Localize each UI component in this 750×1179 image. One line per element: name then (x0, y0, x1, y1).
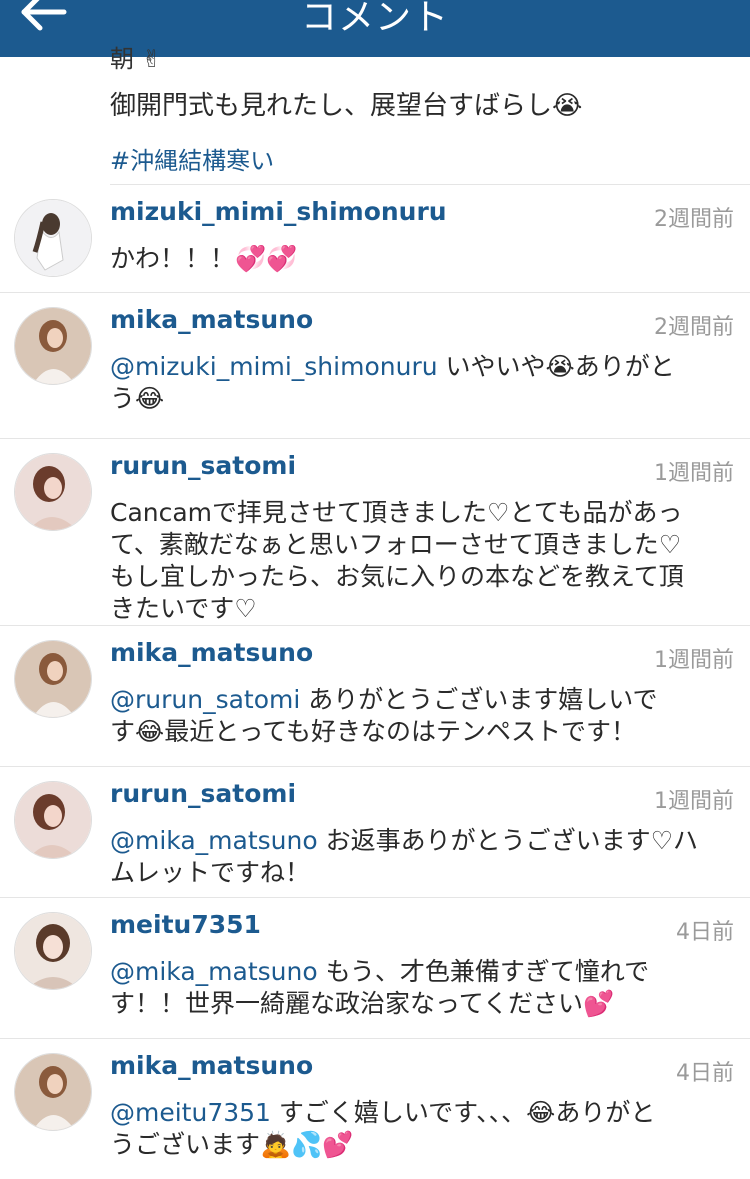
comment-text: @meitu7351 すごく嬉しいです、、、😂ありがと うございます🙇💦💕 (110, 1098, 656, 1159)
comment-item: rurun_satomi 1週間前 @mika_matsuno お返事ありがとう… (0, 767, 750, 898)
comment-item: mizuki_mimi_shimonuru 2週間前 かわ！！！💞💞 (0, 185, 750, 293)
post-caption: 朝 ✌ 御開門式も見れたし、展望台すばらし😭 #沖縄結構寒い (110, 45, 750, 185)
comment-text: @mika_matsuno お返事ありがとうございます♡ハ ムレットですね！ (110, 826, 699, 887)
mention-link[interactable]: @meitu7351 (110, 1098, 271, 1127)
comment-username[interactable]: mika_matsuno (110, 638, 313, 667)
hashtag-link[interactable]: #沖縄結構寒い (110, 141, 274, 176)
comment-timestamp: 1週間前 (654, 789, 734, 814)
comment-item: mika_matsuno 4日前 @meitu7351 すごく嬉しいです、、、😂… (0, 1039, 750, 1179)
avatar[interactable] (14, 453, 92, 531)
comment-feed[interactable]: 朝 ✌ 御開門式も見れたし、展望台すばらし😭 #沖縄結構寒い mizuki_mi… (0, 45, 750, 1179)
comment-username[interactable]: mika_matsuno (110, 1051, 313, 1080)
comment-timestamp: 2週間前 (654, 207, 734, 232)
comment-username[interactable]: rurun_satomi (110, 451, 296, 480)
comment-username[interactable]: mizuki_mimi_shimonuru (110, 197, 447, 226)
comment-timestamp: 4日前 (676, 1061, 734, 1086)
comment-timestamp: 4日前 (676, 920, 734, 945)
comment-timestamp: 2週間前 (654, 315, 734, 340)
comment-item: rurun_satomi 1週間前 Cancamで拝見させて頂きました♡とても品… (0, 439, 750, 626)
mention-link[interactable]: @mika_matsuno (110, 957, 318, 986)
comment-text: @mizuki_mimi_shimonuru いやいや😭ありがと う😂 (110, 352, 675, 413)
comment-timestamp: 1週間前 (654, 648, 734, 673)
avatar[interactable] (14, 912, 92, 990)
comment-username[interactable]: rurun_satomi (110, 779, 296, 808)
comment-timestamp: 1週間前 (654, 461, 734, 486)
avatar[interactable] (14, 1053, 92, 1131)
comment-text: Cancamで拝見させて頂きました♡とても品があっ て、素敵だなぁと思いフォロー… (110, 498, 684, 623)
comment-username[interactable]: mika_matsuno (110, 305, 313, 334)
mention-link[interactable]: @rurun_satomi (110, 685, 300, 714)
mention-link[interactable]: @mizuki_mimi_shimonuru (110, 352, 438, 381)
comment-item: meitu7351 4日前 @mika_matsuno もう、才色兼備すぎて憧れ… (0, 898, 750, 1039)
avatar[interactable] (14, 640, 92, 718)
caption-text: 御開門式も見れたし、展望台すばらし😭 (110, 91, 583, 121)
comment-text: @mika_matsuno もう、才色兼備すぎて憧れで す！！世界一綺麗な政治家… (110, 957, 650, 1018)
page-title: コメント (300, 0, 449, 38)
comment-username[interactable]: meitu7351 (110, 910, 261, 939)
comment-item: mika_matsuno 1週間前 @rurun_satomi ありがとうござい… (0, 626, 750, 767)
mention-link[interactable]: @mika_matsuno (110, 826, 318, 855)
avatar[interactable] (14, 781, 92, 859)
avatar[interactable] (14, 307, 92, 385)
cropped-text-fragment: 朝 ✌ (110, 45, 162, 73)
comment-item: mika_matsuno 2週間前 @mizuki_mimi_shimonuru… (0, 293, 750, 439)
comment-text: かわ！！！💞💞 (110, 244, 298, 273)
comment-text: @rurun_satomi ありがとうございます嬉しいで す😂最近とっても好きな… (110, 685, 658, 746)
avatar[interactable] (14, 199, 92, 277)
